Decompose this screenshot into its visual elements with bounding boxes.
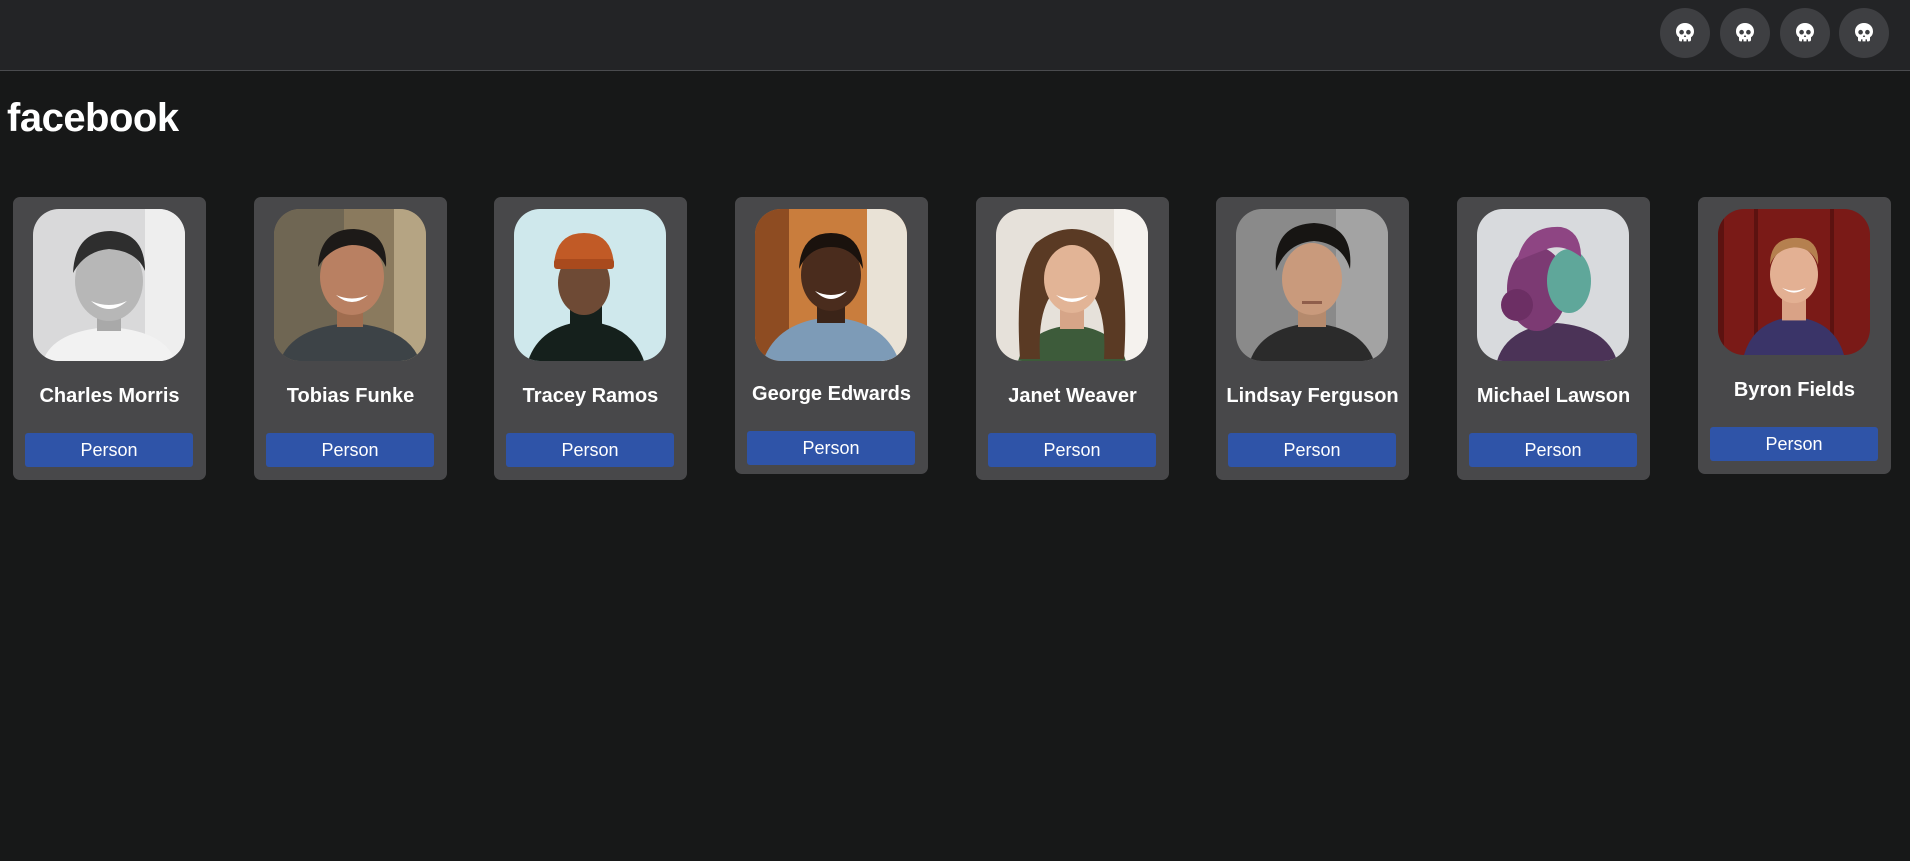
person-name: Lindsay Ferguson: [1226, 385, 1399, 407]
avatar: [1718, 209, 1870, 355]
skull-icon-button-1[interactable]: [1660, 8, 1710, 58]
person-name: Janet Weaver: [1008, 385, 1137, 407]
person-name: Michael Lawson: [1476, 385, 1631, 407]
person-type-button[interactable]: Person: [1228, 433, 1396, 467]
person-card[interactable]: Byron Fields Person: [1698, 197, 1891, 474]
person-name: George Edwards: [752, 383, 911, 405]
avatar: [33, 209, 185, 361]
person-card[interactable]: Michael Lawson Person: [1457, 197, 1650, 480]
person-card[interactable]: Charles Morris Person: [13, 197, 206, 480]
person-type-button[interactable]: Person: [747, 431, 915, 465]
avatar: [514, 209, 666, 361]
person-type-button[interactable]: Person: [266, 433, 434, 467]
person-name: Byron Fields: [1733, 379, 1856, 401]
skull-icon-button-3[interactable]: [1780, 8, 1830, 58]
avatar: [755, 209, 907, 361]
person-card[interactable]: George Edwards Person: [735, 197, 928, 474]
person-name: Charles Morris: [39, 385, 180, 407]
app-title: facebook: [7, 96, 179, 140]
skull-icon: [1796, 23, 1814, 42]
person-name: Tracey Ramos: [522, 385, 659, 407]
person-card[interactable]: Janet Weaver Person: [976, 197, 1169, 480]
skull-icon-button-4[interactable]: [1839, 8, 1889, 58]
skull-icon: [1855, 23, 1873, 42]
avatar: [274, 209, 426, 361]
avatar: [1477, 209, 1629, 361]
skull-icon: [1736, 23, 1754, 42]
skull-icon: [1676, 23, 1694, 42]
avatar: [996, 209, 1148, 361]
person-type-button[interactable]: Person: [1469, 433, 1637, 467]
person-type-button[interactable]: Person: [1710, 427, 1878, 461]
person-card[interactable]: Tobias Funke Person: [254, 197, 447, 480]
skull-icon-button-2[interactable]: [1720, 8, 1770, 58]
person-type-button[interactable]: Person: [988, 433, 1156, 467]
top-bar: [0, 0, 1910, 71]
person-card[interactable]: Tracey Ramos Person: [494, 197, 687, 480]
person-name: Tobias Funke: [286, 385, 415, 407]
person-type-button[interactable]: Person: [506, 433, 674, 467]
avatar: [1236, 209, 1388, 361]
person-card[interactable]: Lindsay Ferguson Person: [1216, 197, 1409, 480]
person-type-button[interactable]: Person: [25, 433, 193, 467]
